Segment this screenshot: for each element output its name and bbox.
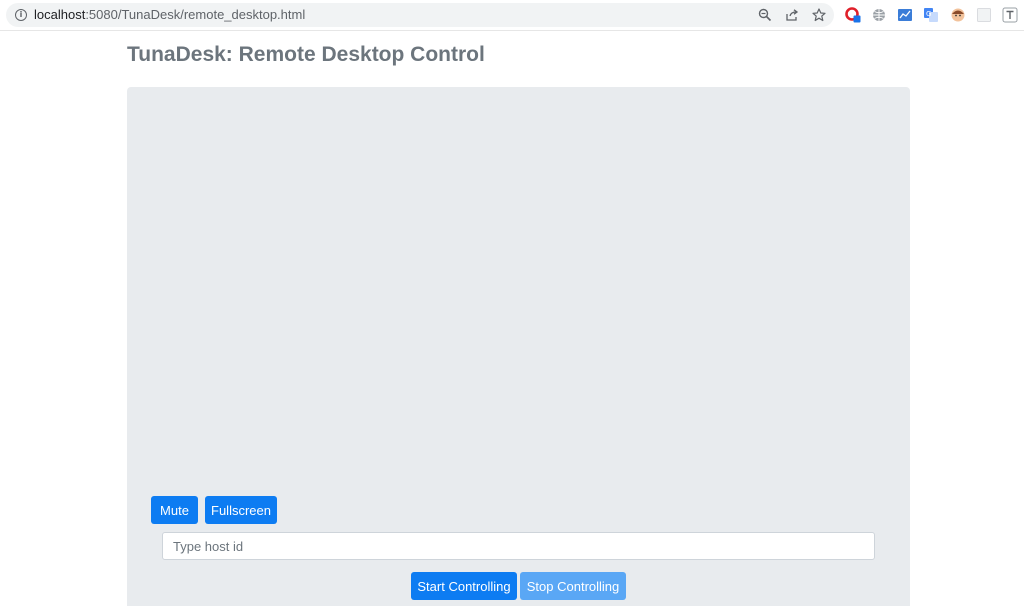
remote-desktop-panel[interactable]: Mute Fullscreen Start Controlling Stop C… <box>127 87 910 606</box>
globe-extension-icon[interactable] <box>871 7 887 23</box>
page-title: TunaDesk: Remote Desktop Control <box>127 43 485 66</box>
metrics-extension-icon[interactable] <box>897 7 913 23</box>
url-host: localhost <box>34 7 86 22</box>
zoom-icon[interactable] <box>756 6 774 24</box>
url-path: :5080/TunaDesk/remote_desktop.html <box>85 7 306 22</box>
mute-button[interactable]: Mute <box>151 496 198 524</box>
url-text[interactable]: localhost:5080/TunaDesk/remote_desktop.h… <box>34 7 305 23</box>
stop-controlling-button[interactable]: Stop Controlling <box>520 572 626 600</box>
info-icon[interactable]: i <box>15 9 27 21</box>
fullscreen-button[interactable]: Fullscreen <box>205 496 277 524</box>
text-extension-icon[interactable] <box>1002 7 1018 23</box>
host-id-input[interactable] <box>162 532 875 560</box>
blank-extension-icon[interactable] <box>976 7 992 23</box>
start-controlling-button[interactable]: Start Controlling <box>411 572 517 600</box>
translate-extension-icon[interactable]: G <box>923 7 939 23</box>
browser-toolbar: i localhost:5080/TunaDesk/remote_desktop… <box>0 0 1024 31</box>
share-icon[interactable] <box>783 6 801 24</box>
address-bar[interactable]: i localhost:5080/TunaDesk/remote_desktop… <box>6 3 834 27</box>
avatar-extension-icon[interactable] <box>950 7 966 23</box>
opera-extension-icon[interactable] <box>845 7 861 23</box>
svg-text:G: G <box>926 10 931 18</box>
bookmark-star-icon[interactable] <box>810 6 828 24</box>
